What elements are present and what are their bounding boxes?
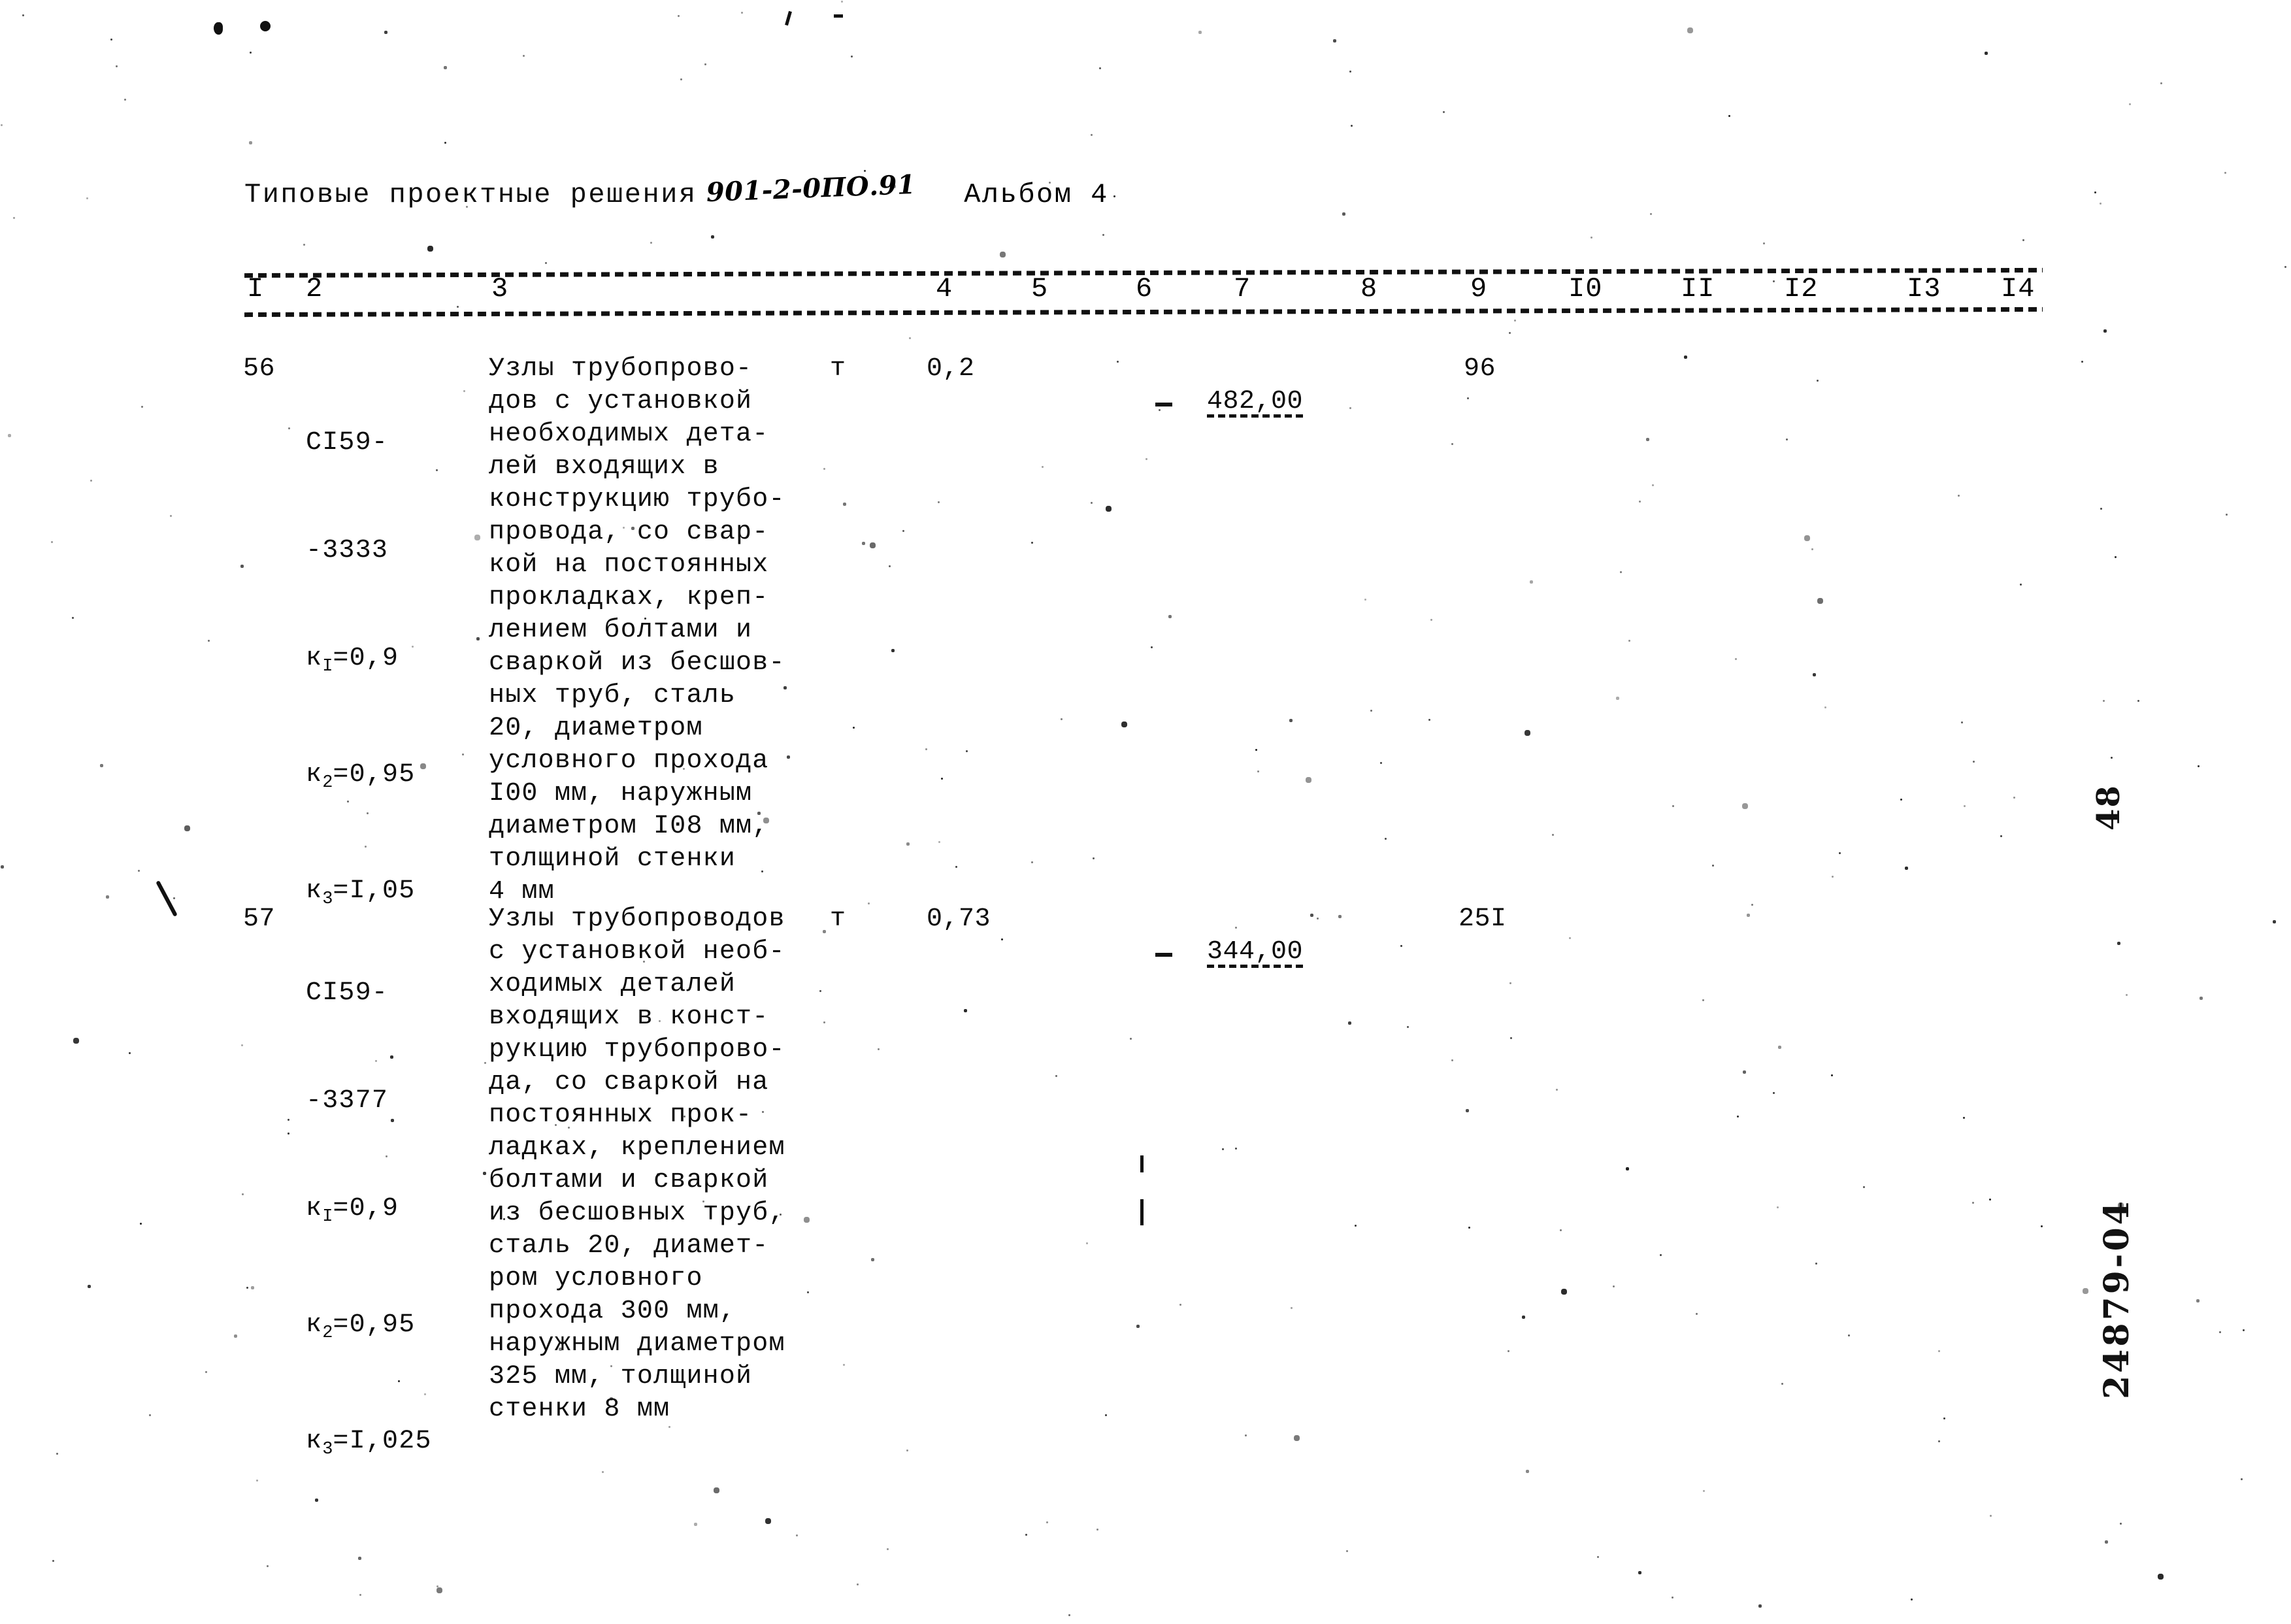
column-header-3: 3 xyxy=(491,273,509,305)
row-code: СI59- -3333 кI=0,9 к2=0,95 к3=I,05 xyxy=(306,353,415,989)
code-line-1: СI59- xyxy=(306,428,389,457)
column-header-6: 6 xyxy=(1136,273,1153,305)
margin-page-number: 48 xyxy=(2090,784,2127,831)
column-header-9: 9 xyxy=(1470,273,1488,305)
column-header-5: 5 xyxy=(1031,273,1049,305)
coefficient-k1: кI=0,9 xyxy=(306,1194,399,1227)
margin-archive-code: 24879-04 xyxy=(2097,1199,2137,1399)
row-col9-value: 96 xyxy=(1464,354,1496,384)
dash-mark-icon xyxy=(1155,953,1172,957)
column-header-14: I4 xyxy=(2001,273,2036,305)
code-line-2: -3333 xyxy=(306,536,389,565)
row-col6-value: 482,00 xyxy=(1207,386,1304,418)
row-col6-value: 344,00 xyxy=(1207,936,1304,969)
album-label: Альбом 4 xyxy=(964,179,1109,210)
column-header-12: I2 xyxy=(1784,273,1819,305)
coefficient-k2: к2=0,95 xyxy=(306,1310,416,1343)
table-rule-bottom xyxy=(244,307,2043,318)
row-col4-value: 0,73 xyxy=(927,904,991,934)
series-code: 901-2-0ПО.91 xyxy=(705,169,916,208)
row-col4-value: 0,2 xyxy=(927,354,975,384)
row-code: СI59- -3377 кI=0,9 к2=0,95 к3=I,025 xyxy=(306,903,432,1540)
ink-mark-icon xyxy=(834,14,843,18)
coefficient-k1: кI=0,9 xyxy=(306,644,399,676)
row-number: 57 xyxy=(243,904,276,934)
series-label: Типовые проектные решения xyxy=(244,179,697,210)
ink-mark-icon xyxy=(1140,1199,1144,1225)
scanned-page: Типовые проектные решения 901-2-0ПО.91 Аль… xyxy=(0,0,2291,1624)
ink-slash-icon xyxy=(156,880,178,917)
column-header-13: I3 xyxy=(1907,273,1941,305)
row-col6-cell: 344,00 xyxy=(1111,903,1304,1001)
row-col6-cell: 482,00 xyxy=(1111,353,1304,451)
row-col9-value: 25I xyxy=(1459,904,1507,934)
column-header-10: I0 xyxy=(1568,273,1603,305)
row-description: Узлы трубопрово- дов с установкой необхо… xyxy=(489,354,785,906)
document-header: Типовые проектные решения 901-2-0ПО.91 Аль… xyxy=(244,169,1109,210)
row-description: Узлы трубопроводов с установкой необ- хо… xyxy=(489,904,785,1424)
row-unit: т xyxy=(830,354,846,384)
column-header-1: I xyxy=(247,273,265,305)
column-header-4: 4 xyxy=(936,273,953,305)
code-line-2: -3377 xyxy=(306,1086,389,1116)
column-header-2: 2 xyxy=(306,273,323,305)
column-header-8: 8 xyxy=(1360,273,1378,305)
code-line-1: СI59- xyxy=(306,978,389,1008)
coefficient-k3: к3=I,025 xyxy=(306,1426,432,1459)
ink-mark-icon xyxy=(1140,1155,1144,1172)
row-unit: т xyxy=(830,904,846,934)
column-header-7: 7 xyxy=(1234,273,1251,305)
ink-mark-icon xyxy=(785,10,792,26)
ink-blob-icon xyxy=(214,22,223,35)
dash-mark-icon xyxy=(1155,403,1172,406)
row-number: 56 xyxy=(243,354,276,384)
column-header-11: II xyxy=(1681,273,1715,305)
ink-blob-icon xyxy=(260,21,271,31)
coefficient-k2: к2=0,95 xyxy=(306,759,416,793)
